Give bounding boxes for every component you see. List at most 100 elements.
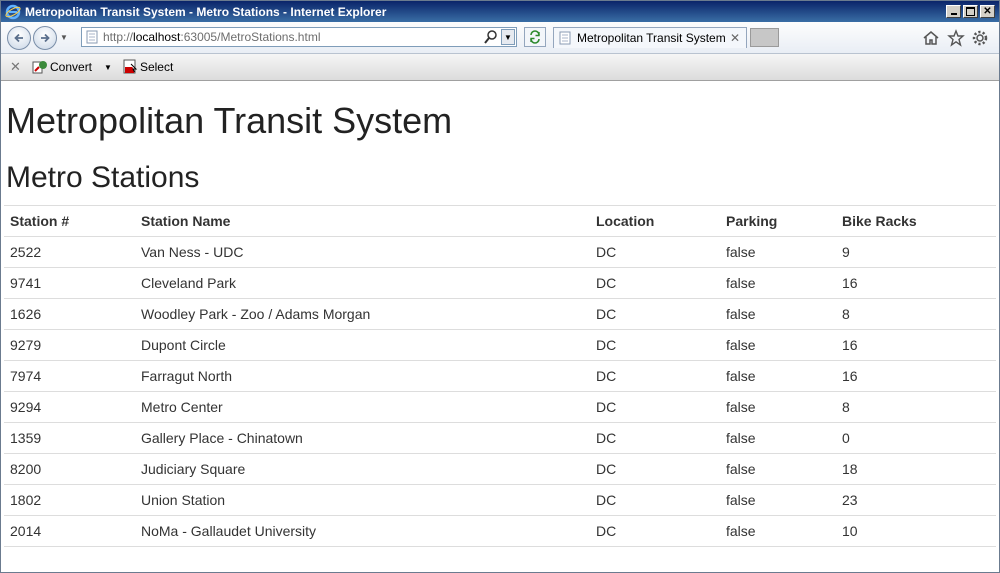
cell-bike-racks: 8 bbox=[836, 298, 996, 330]
table-header-row: Station # Station Name Location Parking … bbox=[4, 205, 996, 237]
cell-parking: false bbox=[720, 422, 836, 454]
new-tab-button[interactable] bbox=[750, 28, 779, 47]
browser-tab[interactable]: Metropolitan Transit System ... ✕ bbox=[553, 27, 747, 48]
url-path: :63005/MetroStations.html bbox=[180, 30, 321, 44]
window-controls: ✕ bbox=[946, 5, 995, 18]
cell-parking: false bbox=[720, 298, 836, 330]
chevron-down-icon: ▼ bbox=[60, 33, 68, 42]
page-icon bbox=[86, 30, 98, 44]
forward-button[interactable] bbox=[33, 25, 57, 50]
table-body: 2522 Van Ness - UDC DC false 9 9741 Cleveland … bbox=[4, 236, 996, 547]
star-icon[interactable] bbox=[947, 29, 965, 47]
column-header-station-number: Station # bbox=[4, 205, 135, 237]
url-host: localhost bbox=[133, 30, 181, 44]
close-icon: ✕ bbox=[983, 5, 992, 17]
page-icon bbox=[559, 31, 571, 45]
cell-station-number: 9294 bbox=[4, 391, 135, 423]
cell-bike-racks: 16 bbox=[836, 360, 996, 392]
command-bar: ✕ Convert ▼ Select bbox=[1, 54, 999, 81]
address-dropdown-button[interactable]: ▼ bbox=[501, 29, 515, 45]
cell-location: DC bbox=[590, 360, 720, 392]
cell-bike-racks: 10 bbox=[836, 515, 996, 547]
cell-station-number: 1359 bbox=[4, 422, 135, 454]
cell-location: DC bbox=[590, 391, 720, 423]
table-row: 8200 Judiciary Square DC false 18 bbox=[4, 453, 996, 485]
chevron-down-icon[interactable]: ▼ bbox=[104, 63, 112, 72]
address-bar[interactable]: http://localhost:63005/MetroStations.htm… bbox=[81, 27, 517, 47]
cell-station-name: Dupont Circle bbox=[135, 329, 590, 361]
page-title: Metropolitan Transit System bbox=[6, 100, 453, 141]
window-title: Metropolitan Transit System - Metro Stat… bbox=[25, 4, 387, 19]
close-toolbar-icon[interactable]: ✕ bbox=[10, 59, 22, 75]
table-row: 1626 Woodley Park - Zoo / Adams Morgan DC f… bbox=[4, 298, 996, 330]
cell-location: DC bbox=[590, 329, 720, 361]
cell-location: DC bbox=[590, 236, 720, 268]
forward-arrow-icon bbox=[41, 33, 50, 42]
cell-station-name: Cleveland Park bbox=[135, 267, 590, 299]
convert-button[interactable]: Convert ▼ bbox=[32, 59, 112, 75]
address-tools: ▼ bbox=[483, 28, 516, 46]
cell-station-number: 1802 bbox=[4, 484, 135, 516]
cell-bike-racks: 16 bbox=[836, 267, 996, 299]
cell-bike-racks: 23 bbox=[836, 484, 996, 516]
cell-station-name: Van Ness - UDC bbox=[135, 236, 590, 268]
select-button[interactable]: Select bbox=[122, 59, 173, 75]
refresh-button[interactable] bbox=[524, 27, 546, 47]
cell-station-name: Farragut North bbox=[135, 360, 590, 392]
column-header-location: Location bbox=[590, 205, 720, 237]
tab-close-button[interactable]: ✕ bbox=[728, 31, 742, 45]
cell-station-number: 1626 bbox=[4, 298, 135, 330]
cell-parking: false bbox=[720, 236, 836, 268]
cell-parking: false bbox=[720, 329, 836, 361]
home-icon[interactable] bbox=[922, 29, 940, 47]
history-dropdown[interactable]: ▼ bbox=[59, 33, 69, 43]
close-window-button[interactable]: ✕ bbox=[980, 5, 995, 18]
column-header-bike-racks: Bike Racks bbox=[836, 205, 996, 237]
cell-parking: false bbox=[720, 484, 836, 516]
cell-location: DC bbox=[590, 453, 720, 485]
cell-station-number: 7974 bbox=[4, 360, 135, 392]
back-button[interactable] bbox=[7, 25, 31, 50]
search-icon[interactable] bbox=[483, 29, 499, 45]
maximize-icon bbox=[966, 7, 975, 16]
cell-station-number: 9741 bbox=[4, 267, 135, 299]
cell-station-number: 8200 bbox=[4, 453, 135, 485]
cell-bike-racks: 0 bbox=[836, 422, 996, 454]
ie-logo-icon bbox=[5, 4, 21, 19]
stations-table: Station # Station Name Location Parking … bbox=[4, 205, 996, 547]
url-prefix: http:// bbox=[103, 30, 134, 44]
cell-location: DC bbox=[590, 515, 720, 547]
page-content: Metropolitan Transit System Metro Statio… bbox=[1, 101, 999, 547]
table-row: 1359 Gallery Place - Chinatown DC false 0 bbox=[4, 422, 996, 454]
gear-icon[interactable] bbox=[971, 29, 989, 47]
cell-location: DC bbox=[590, 484, 720, 516]
cell-station-name: Judiciary Square bbox=[135, 453, 590, 485]
cell-station-number: 2522 bbox=[4, 236, 135, 268]
cell-location: DC bbox=[590, 422, 720, 454]
cell-bike-racks: 8 bbox=[836, 391, 996, 423]
table-row: 7974 Farragut North DC false 16 bbox=[4, 360, 996, 392]
maximize-button[interactable] bbox=[963, 5, 978, 18]
cell-station-name: Gallery Place - Chinatown bbox=[135, 422, 590, 454]
browser-window: Metropolitan Transit System - Metro Stat… bbox=[0, 0, 1000, 573]
minimize-icon bbox=[950, 13, 957, 15]
cell-bike-racks: 18 bbox=[836, 453, 996, 485]
minimize-button[interactable] bbox=[946, 5, 961, 18]
table-row: 2522 Van Ness - UDC DC false 9 bbox=[4, 236, 996, 268]
table-row: 9279 Dupont Circle DC false 16 bbox=[4, 329, 996, 361]
address-url[interactable]: http://localhost:63005/MetroStations.htm… bbox=[103, 30, 320, 44]
table-row: 1802 Union Station DC false 23 bbox=[4, 484, 996, 516]
chevron-down-icon: ▼ bbox=[504, 32, 512, 42]
back-arrow-icon bbox=[14, 33, 23, 42]
tab-title: Metropolitan Transit System ... bbox=[577, 31, 728, 45]
cell-bike-racks: 16 bbox=[836, 329, 996, 361]
cell-parking: false bbox=[720, 267, 836, 299]
cell-station-number: 9279 bbox=[4, 329, 135, 361]
cell-station-number: 2014 bbox=[4, 515, 135, 547]
cell-bike-racks: 9 bbox=[836, 236, 996, 268]
cell-parking: false bbox=[720, 515, 836, 547]
column-header-parking: Parking bbox=[720, 205, 836, 237]
cell-location: DC bbox=[590, 298, 720, 330]
table-row: 2014 NoMa - Gallaudet University DC false 10 bbox=[4, 515, 996, 547]
select-label: Select bbox=[139, 60, 174, 74]
